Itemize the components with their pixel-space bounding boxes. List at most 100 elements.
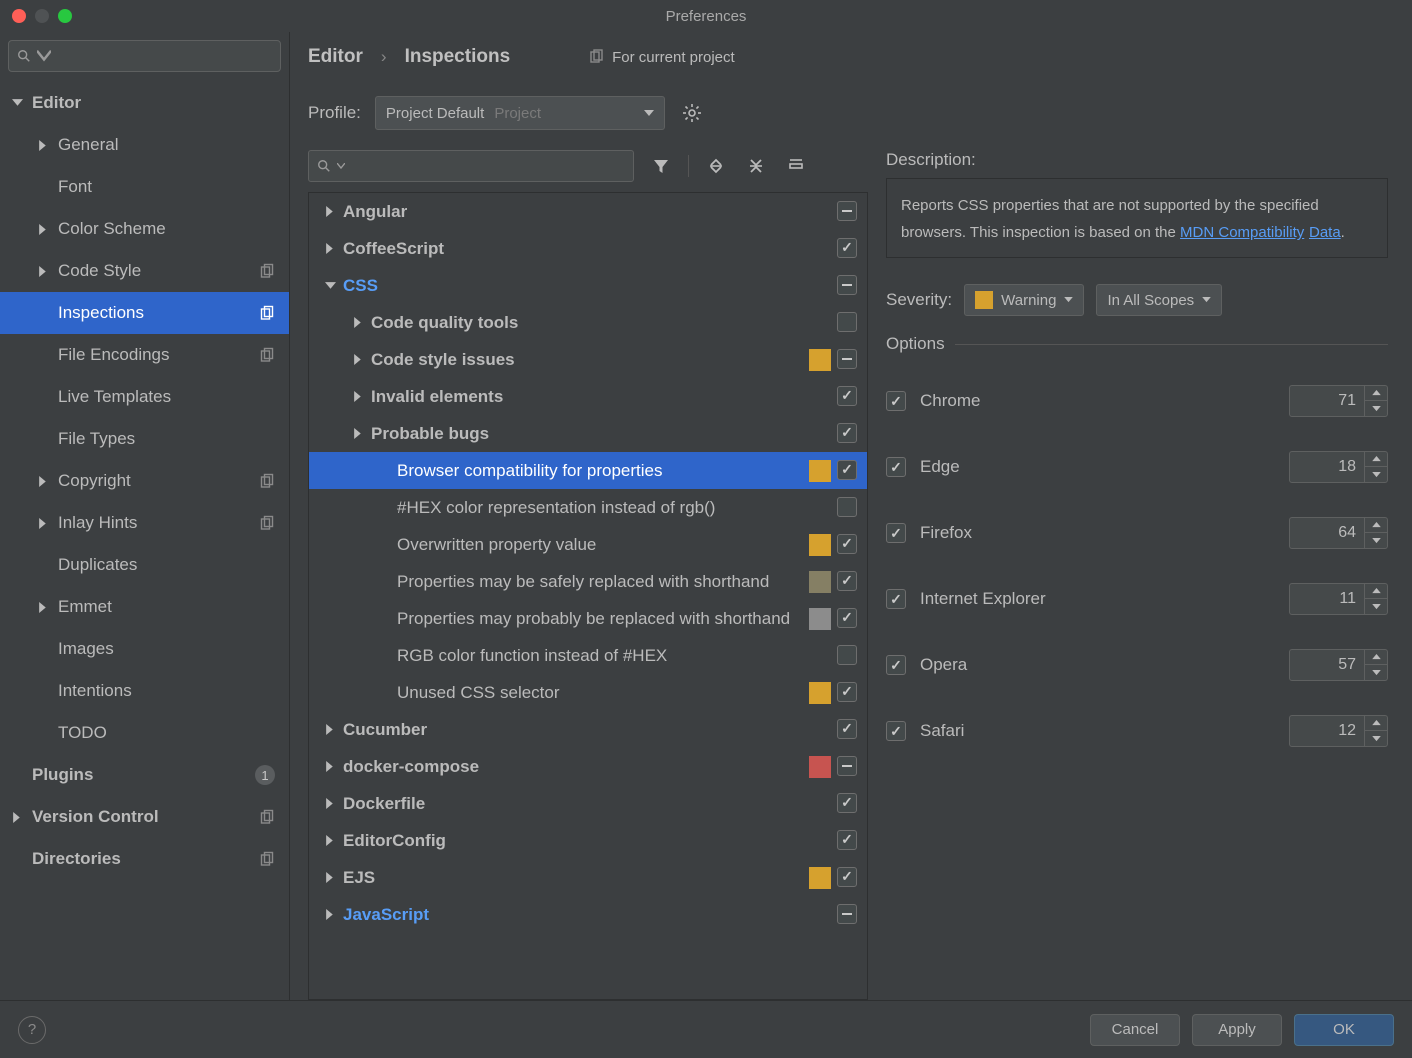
apply-button[interactable]: Apply xyxy=(1192,1014,1282,1046)
filter-button[interactable] xyxy=(648,153,674,179)
version-input[interactable] xyxy=(1290,722,1364,740)
inspection-dockerfile[interactable]: Dockerfile xyxy=(309,785,867,822)
sidebar-item-copyright[interactable]: Copyright xyxy=(0,460,289,502)
sidebar-item-general[interactable]: General xyxy=(0,124,289,166)
version-input[interactable] xyxy=(1290,392,1364,410)
version-input[interactable] xyxy=(1290,590,1364,608)
cancel-button[interactable]: Cancel xyxy=(1090,1014,1180,1046)
inspection-checkbox[interactable] xyxy=(837,904,859,926)
inspection-checkbox[interactable] xyxy=(837,349,859,371)
browser-checkbox[interactable] xyxy=(886,391,906,411)
inspection-checkbox[interactable] xyxy=(837,608,859,630)
severity-combo[interactable]: Warning xyxy=(964,284,1084,316)
inspection-angular[interactable]: Angular xyxy=(309,193,867,230)
inspection-docker-compose[interactable]: docker-compose xyxy=(309,748,867,785)
collapse-all-button[interactable] xyxy=(743,153,769,179)
step-down-button[interactable] xyxy=(1365,599,1387,614)
step-up-button[interactable] xyxy=(1365,716,1387,731)
sidebar-search-input[interactable] xyxy=(8,40,281,72)
inspection-unused-css-selector[interactable]: ·Unused CSS selector xyxy=(309,674,867,711)
inspection-coffeescript[interactable]: CoffeeScript xyxy=(309,230,867,267)
step-up-button[interactable] xyxy=(1365,386,1387,401)
breadcrumb-seg-editor[interactable]: Editor xyxy=(308,46,363,68)
inspection-checkbox[interactable] xyxy=(837,830,859,852)
sidebar-item-live-templates[interactable]: ·Live Templates xyxy=(0,376,289,418)
inspection-checkbox[interactable] xyxy=(837,423,859,445)
inspection-checkbox[interactable] xyxy=(837,534,859,556)
sidebar-item-file-encodings[interactable]: ·File Encodings xyxy=(0,334,289,376)
version-input[interactable] xyxy=(1290,458,1364,476)
inspection-css[interactable]: CSS xyxy=(309,267,867,304)
step-down-button[interactable] xyxy=(1365,665,1387,680)
inspection-checkbox[interactable] xyxy=(837,201,859,223)
inspection-checkbox[interactable] xyxy=(837,645,859,667)
inspection-overwritten-property-value[interactable]: ·Overwritten property value xyxy=(309,526,867,563)
inspection-invalid-elements[interactable]: Invalid elements xyxy=(309,378,867,415)
sidebar-item-editor[interactable]: Editor xyxy=(0,82,289,124)
inspection-checkbox[interactable] xyxy=(837,682,859,704)
version-stepper[interactable] xyxy=(1289,715,1388,747)
inspection-editorconfig[interactable]: EditorConfig xyxy=(309,822,867,859)
inspection-properties-may-probably-be-replaced-with-shorthand[interactable]: ·Properties may probably be replaced wit… xyxy=(309,600,867,637)
inspection-browser-compatibility-for-properties[interactable]: ·Browser compatibility for properties xyxy=(309,452,867,489)
inspection-rgb-color-function-instead-of-hex[interactable]: ·RGB color function instead of #HEX xyxy=(309,637,867,674)
version-stepper[interactable] xyxy=(1289,583,1388,615)
sidebar-item-code-style[interactable]: Code Style xyxy=(0,250,289,292)
sidebar-item-file-types[interactable]: ·File Types xyxy=(0,418,289,460)
version-stepper[interactable] xyxy=(1289,451,1388,483)
help-button[interactable]: ? xyxy=(18,1016,46,1044)
close-window-icon[interactable] xyxy=(12,9,26,23)
sidebar-item-duplicates[interactable]: ·Duplicates xyxy=(0,544,289,586)
browser-checkbox[interactable] xyxy=(886,457,906,477)
inspection-code-quality-tools[interactable]: Code quality tools xyxy=(309,304,867,341)
inspection-checkbox[interactable] xyxy=(837,275,859,297)
inspection-checkbox[interactable] xyxy=(837,312,859,334)
browser-checkbox[interactable] xyxy=(886,721,906,741)
inspection-checkbox[interactable] xyxy=(837,571,859,593)
reset-button[interactable] xyxy=(783,153,809,179)
step-up-button[interactable] xyxy=(1365,518,1387,533)
browser-checkbox[interactable] xyxy=(886,523,906,543)
browser-checkbox[interactable] xyxy=(886,589,906,609)
ok-button[interactable]: OK xyxy=(1294,1014,1394,1046)
inspection-checkbox[interactable] xyxy=(837,238,859,260)
zoom-window-icon[interactable] xyxy=(58,9,72,23)
step-up-button[interactable] xyxy=(1365,584,1387,599)
scope-combo[interactable]: In All Scopes xyxy=(1096,284,1222,316)
sidebar-item-plugins[interactable]: ·Plugins1 xyxy=(0,754,289,796)
inspection-properties-may-be-safely-replaced-with-shorthand[interactable]: ·Properties may be safely replaced with … xyxy=(309,563,867,600)
mdn-link[interactable]: MDN Compatibility xyxy=(1180,224,1304,241)
sidebar-item-inspections[interactable]: ·Inspections xyxy=(0,292,289,334)
inspection-checkbox[interactable] xyxy=(837,867,859,889)
sidebar-item-inlay-hints[interactable]: Inlay Hints xyxy=(0,502,289,544)
inspections-tree[interactable]: AngularCoffeeScriptCSSCode quality tools… xyxy=(308,192,868,1000)
sidebar-item-color-scheme[interactable]: Color Scheme xyxy=(0,208,289,250)
expand-all-button[interactable] xyxy=(703,153,729,179)
sidebar-item-font[interactable]: ·Font xyxy=(0,166,289,208)
inspection-checkbox[interactable] xyxy=(837,497,859,519)
version-input[interactable] xyxy=(1290,524,1364,542)
inspections-search-input[interactable] xyxy=(308,150,634,182)
step-down-button[interactable] xyxy=(1365,731,1387,746)
inspection-probable-bugs[interactable]: Probable bugs xyxy=(309,415,867,452)
inspection-checkbox[interactable] xyxy=(837,460,859,482)
minimize-window-icon[interactable] xyxy=(35,9,49,23)
inspection-ejs[interactable]: EJS xyxy=(309,859,867,896)
inspection-javascript[interactable]: JavaScript xyxy=(309,896,867,933)
step-up-button[interactable] xyxy=(1365,650,1387,665)
step-up-button[interactable] xyxy=(1365,452,1387,467)
browser-checkbox[interactable] xyxy=(886,655,906,675)
inspection--hex-color-representation-instead-of-rgb-[interactable]: ·#HEX color representation instead of rg… xyxy=(309,489,867,526)
sidebar-item-directories[interactable]: ·Directories xyxy=(0,838,289,880)
inspection-checkbox[interactable] xyxy=(837,756,859,778)
inspection-checkbox[interactable] xyxy=(837,386,859,408)
sidebar-item-version-control[interactable]: Version Control xyxy=(0,796,289,838)
version-stepper[interactable] xyxy=(1289,649,1388,681)
inspection-cucumber[interactable]: Cucumber xyxy=(309,711,867,748)
profile-combo[interactable]: Project Default Project xyxy=(375,96,665,130)
step-down-button[interactable] xyxy=(1365,467,1387,482)
inspection-code-style-issues[interactable]: Code style issues xyxy=(309,341,867,378)
version-stepper[interactable] xyxy=(1289,517,1388,549)
sidebar-item-emmet[interactable]: Emmet xyxy=(0,586,289,628)
mdn-data-link[interactable]: Data xyxy=(1309,224,1341,241)
